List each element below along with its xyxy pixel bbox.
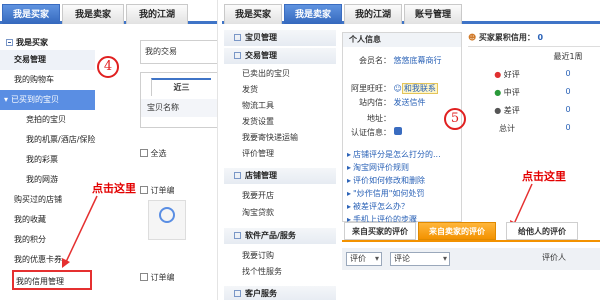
tab-from-buyers[interactable]: 来自买家的评价 xyxy=(344,222,416,240)
evaluator-column-header: 评价人 xyxy=(542,253,566,262)
right-screenshot: 我是买家 我是卖家 我的江湖 账号管理 宝贝管理 交易管理 已卖出的宝贝 发货 … xyxy=(222,0,600,300)
tab-from-sellers[interactable]: 来自卖家的评价 xyxy=(418,222,496,240)
pointer-arrow xyxy=(62,195,98,268)
left-screenshot: 我是买家 我是卖家 我的江湖 我是买家 交易管理 我的购物车 ▾ 已买到的宝贝 竞… xyxy=(0,0,218,300)
comment-filter-select[interactable]: 评论 xyxy=(390,252,450,266)
review-filter-bar: 评价 评论 评价人 xyxy=(342,248,600,270)
rating-filter-select[interactable]: 评价 xyxy=(346,252,382,266)
tab-given-to-others[interactable]: 给他人的评价 xyxy=(506,222,578,240)
